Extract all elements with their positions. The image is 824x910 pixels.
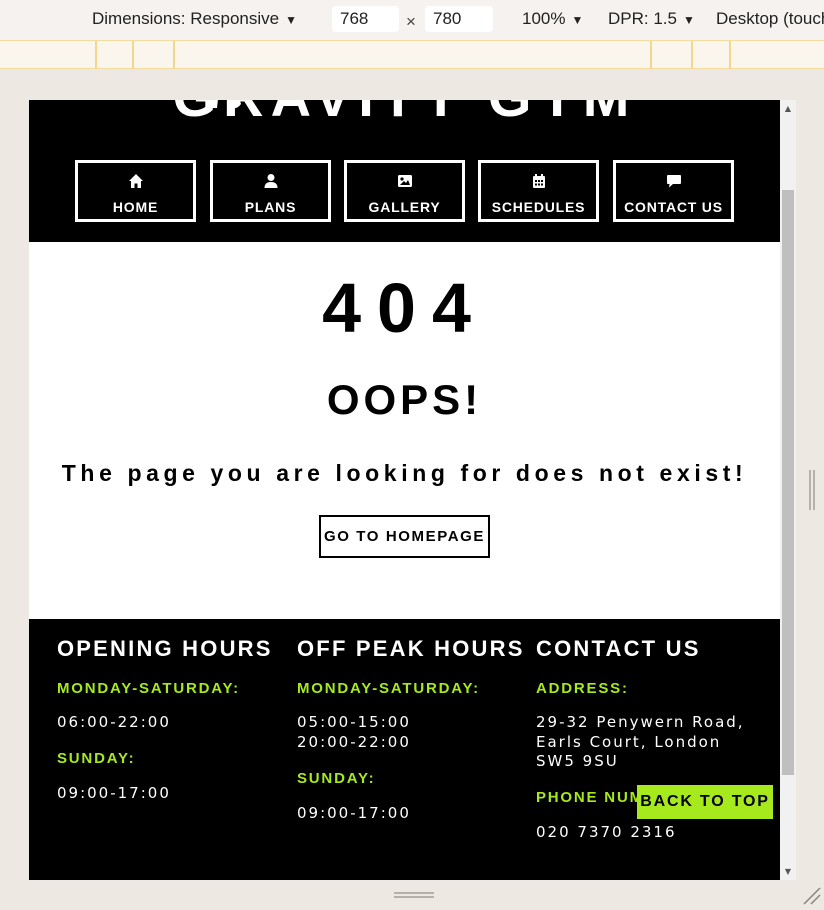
offpeak-weekday-label: MONDAY-SATURDAY: [297,680,480,697]
scroll-down-icon[interactable]: ▼ [780,867,796,876]
caret-down-icon: ▼ [682,13,695,27]
user-icon [264,174,277,188]
nav-schedules-label: SCHEDULES [491,199,586,215]
times-sign: × [406,12,416,31]
caret-down-icon: ▼ [571,13,584,27]
address-line-1: 29-32 Penywern Road, [536,713,745,731]
nav-contact-us[interactable]: CONTACT US [613,160,734,222]
nav-gallery-label: GALLERY [368,199,441,215]
device-mode-dropdown[interactable]: Desktop (touch) [716,9,824,29]
opening-sunday-hours: 09:00-17:00 [57,784,171,802]
devtools-toolbar: Dimensions: Responsive ▼ × 100% ▼ DPR: 1.5… [0,0,824,40]
ruler-mark [173,41,175,69]
offpeak-hours-1: 05:00-15:00 [297,713,411,731]
home-icon [128,174,143,188]
nav-home-label: HOME [112,199,159,215]
error-code: 404 [322,269,487,347]
nav-contact-label: CONTACT US [624,199,723,215]
dimensions-label: Dimensions: Responsive [92,9,280,28]
opening-weekday-hours: 06:00-22:00 [57,713,171,731]
scrollbar-thumb[interactable] [782,190,794,775]
opening-sunday-label: SUNDAY: [57,750,136,767]
dpr-dropdown[interactable]: DPR: 1.5 ▼ [608,9,695,29]
zoom-dropdown[interactable]: 100% ▼ [522,9,583,29]
opening-weekday-label: MONDAY-SATURDAY: [57,680,240,697]
height-input[interactable] [425,6,493,32]
nav-plans-label: PLANS [244,199,297,215]
page-viewport: GRAVITY GYM HOME PLANS GALLERY SCHEDULES… [29,100,780,880]
resize-handle-right[interactable] [809,470,815,510]
nav-schedules[interactable]: SCHEDULES [478,160,599,222]
brand-title[interactable]: GRAVITY GYM [29,100,780,129]
opening-hours-title: OPENING HOURS [57,636,273,661]
offpeak-hours-2: 20:00-22:00 [297,732,411,751]
contact-title: CONTACT US [536,636,701,661]
ruler-mark [729,41,731,69]
ruler-mark [95,41,97,69]
error-content: 404 OOPS! The page you are looking for d… [29,242,780,619]
phone-number[interactable]: 020 7370 2316 [536,823,677,843]
scroll-up-icon[interactable]: ▲ [780,104,796,113]
address-line-3: SW5 9SU [536,752,619,770]
device-mode-label: Desktop (touch) [716,9,824,28]
resize-handle-bottom[interactable] [394,892,434,898]
caret-down-icon: ▼ [285,13,297,27]
go-to-homepage-button[interactable]: GO TO HOMEPAGE [319,515,490,558]
width-input[interactable] [332,6,399,32]
address-line-2: Earls Court, London [536,732,722,751]
ruler-mark [650,41,652,69]
error-message: The page you are looking for does not ex… [61,460,748,486]
error-title: OOPS! [326,376,483,423]
ruler-mark [691,41,693,69]
offpeak-sunday-hours: 09:00-17:00 [297,804,411,822]
image-icon [397,175,412,187]
viewport-scrollbar[interactable]: ▲ ▼ [780,100,796,880]
dimensions-dropdown[interactable]: Dimensions: Responsive ▼ [92,9,297,29]
nav-gallery[interactable]: GALLERY [344,160,465,222]
address-label: ADDRESS: [536,680,629,697]
nav-home[interactable]: HOME [75,160,196,222]
site-header: GRAVITY GYM HOME PLANS GALLERY SCHEDULES… [29,100,780,242]
calendar-icon [532,174,545,188]
dpr-label: DPR: 1.5 [608,9,677,28]
comment-icon [666,175,681,188]
offpeak-sunday-label: SUNDAY: [297,770,376,787]
ruler-mark [132,41,134,69]
off-peak-title: OFF PEAK HOURS [297,636,525,661]
resize-corner-icon[interactable] [802,886,822,906]
nav-plans[interactable]: PLANS [210,160,331,222]
site-footer: OPENING HOURS MONDAY-SATURDAY: 06:00-22:… [29,619,780,880]
zoom-label: 100% [522,9,566,28]
back-to-top-button[interactable]: BACK TO TOP [637,785,773,819]
media-query-ruler[interactable] [0,40,824,69]
